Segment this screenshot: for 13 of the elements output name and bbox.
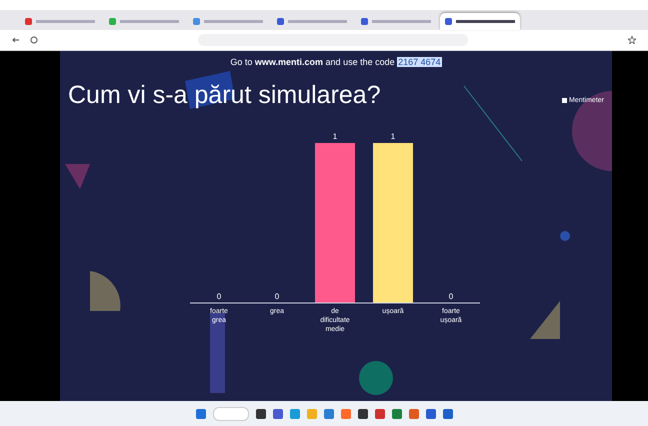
search-field[interactable] — [212, 407, 248, 421]
value-label: 1 — [332, 132, 338, 141]
start-icon[interactable] — [196, 409, 206, 419]
back-icon[interactable] — [12, 36, 20, 44]
value-label: 0 — [274, 292, 280, 301]
browser-tab[interactable] — [440, 13, 520, 30]
question-title: Cum vi s-a părut simularea? — [68, 81, 381, 110]
join-instructions: Go to www.menti.com and use the code 2167 4674 — [229, 57, 443, 67]
star-icon[interactable] — [628, 36, 636, 44]
value-label: 1 — [390, 132, 396, 141]
value-label: 0 — [216, 292, 222, 301]
value-label: 0 — [448, 292, 454, 301]
reload-icon[interactable] — [30, 36, 38, 44]
